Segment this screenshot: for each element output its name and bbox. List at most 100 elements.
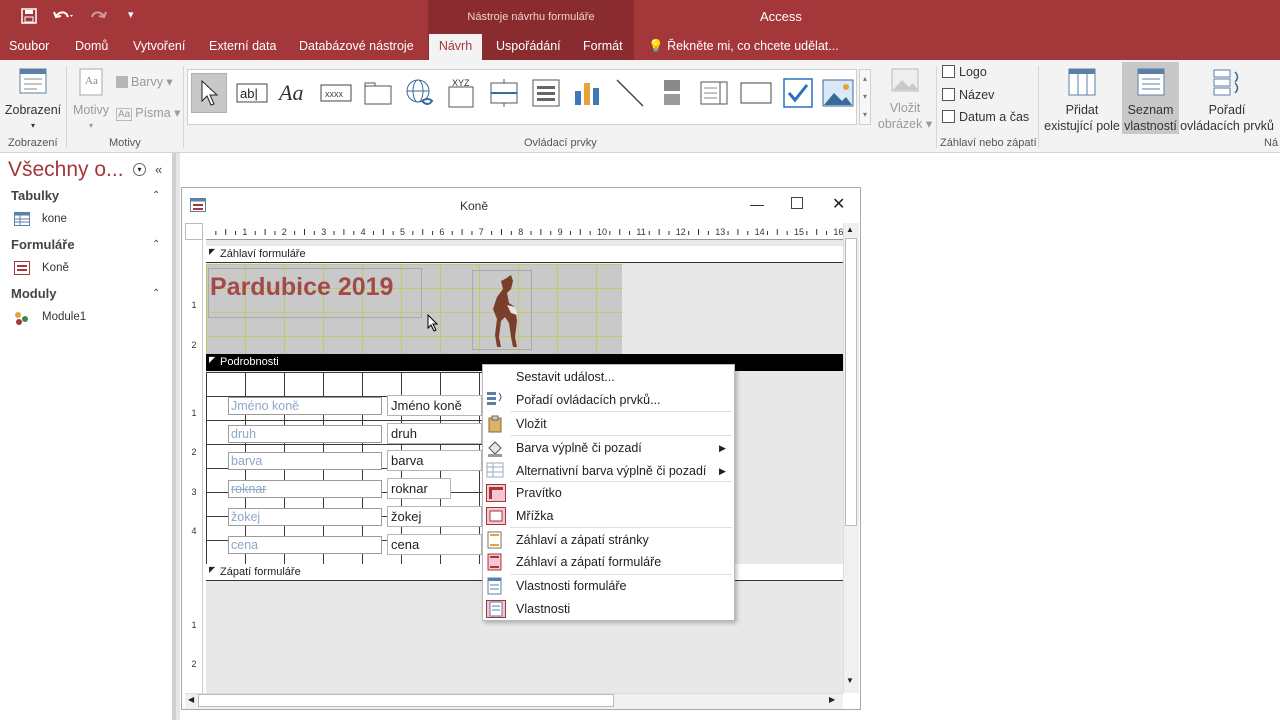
textbox-control-icon[interactable]: ab| [234,73,270,113]
add-existing-fields-button[interactable]: Přidat existující pole [1042,66,1122,134]
tab-control-icon[interactable] [360,73,396,113]
nav-section-tables[interactable]: Tabulky [11,188,59,203]
textbox-roknar[interactable]: roknar [387,478,451,499]
fonts-button[interactable]: Aa Písma ▾ [116,105,180,121]
label-control-icon[interactable]: Aa [276,73,312,113]
label-zokej[interactable]: žokej [228,508,382,526]
table-icon [14,212,30,229]
minimize-icon[interactable]: — [750,196,764,212]
navigation-control-icon[interactable] [486,73,522,113]
customize-icon[interactable]: ▾ [128,8,134,21]
colors-button[interactable]: Barvy ▾ [116,74,173,89]
form-header-title[interactable]: Pardubice 2019 [210,273,393,302]
menu-item-properties[interactable]: Vlastnosti [516,602,570,616]
menu-item-form-properties[interactable]: Vlastnosti formuláře [516,579,626,593]
nav-item-table-kone[interactable]: kone [42,213,67,225]
tell-me-search[interactable]: 💡 Řekněte mi, co chcete udělat... [648,39,839,54]
collapse-chevron-icon[interactable]: ⌃ [152,190,160,201]
menu-item-page-header-footer[interactable]: Záhlaví a zápatí stránky [516,533,649,547]
menu-item-form-header-footer[interactable]: Záhlaví a zápatí formuláře [516,555,661,569]
tab-design[interactable]: Návrh [429,34,482,61]
property-sheet-button[interactable]: Seznam vlastností [1122,62,1179,134]
section-bar-form-header[interactable]: ◤ Záhlaví formuláře [206,246,843,263]
button-control-icon[interactable]: xxxx [318,73,354,113]
tab-arrange[interactable]: Uspořádání [496,39,561,53]
nav-pane-header[interactable]: Všechny o... [8,158,124,182]
horizontal-scroll-thumb[interactable] [198,694,614,707]
tab-home[interactable]: Domů [75,39,108,53]
horse-image[interactable] [472,270,532,350]
property-sheet-line2: vlastností [1124,119,1177,133]
views-button[interactable]: Zobrazení ▾ [3,66,63,134]
menu-item-grid[interactable]: Mřížka [516,509,554,523]
textbox-zokej[interactable]: žokej [387,506,482,527]
gallery-scroll[interactable]: ▴ ▾ ▾ [859,69,871,125]
textbox-jmeno-kone[interactable]: Jméno koně [387,395,482,416]
scroll-up-icon[interactable]: ▲ [846,225,854,234]
svg-text:ab|: ab| [240,86,258,101]
collapse-chevron-icon[interactable]: ⌃ [152,239,160,250]
hyperlink-control-icon[interactable] [402,73,438,113]
tab-order-button[interactable]: Pořadí ovládacích prvků [1180,66,1274,134]
tab-database-tools[interactable]: Databázové nástroje [299,39,414,53]
label-cena[interactable]: cena [228,536,382,554]
listbox-control-icon[interactable] [696,73,732,113]
redo-icon[interactable] [88,8,110,27]
textbox-druh[interactable]: druh [387,423,482,444]
image-control-icon[interactable] [820,73,856,113]
textbox-barva[interactable]: barva [387,450,482,471]
scroll-right-icon[interactable]: ▶ [829,695,835,704]
rectangle-control-icon[interactable] [738,73,774,113]
label-barva[interactable]: barva [228,452,382,470]
fill-color-icon [486,439,506,457]
tab-external-data[interactable]: Externí data [209,39,276,53]
toggle-button-icon[interactable] [654,73,690,113]
textbox-cena[interactable]: cena [387,534,482,555]
label-druh[interactable]: druh [228,425,382,443]
horizontal-ruler[interactable]: 1 2 3 4 5 6 7 8 9 10 11 12 13 14 15 16 [206,223,843,240]
web-browser-control-icon[interactable]: XYZ [444,73,480,113]
insert-image-button[interactable]: Vložit obrázek ▾ [876,66,934,132]
controls-group-label: Ovládací prvky [524,137,597,149]
ruler-corner[interactable] [185,223,203,240]
close-icon[interactable]: ✕ [832,194,845,214]
tab-format[interactable]: Formát [583,39,623,53]
grid-icon [486,507,506,525]
vertical-scroll-thumb[interactable] [845,238,857,526]
line-control-icon[interactable] [612,73,648,113]
checkbox-control-icon[interactable] [780,73,816,113]
save-icon[interactable] [21,8,37,27]
undo-icon[interactable] [52,8,74,27]
menu-item-tab-order[interactable]: Pořadí ovládacích prvků... [516,393,661,407]
tab-file[interactable]: Soubor [9,39,49,53]
tab-row [0,34,1280,60]
menu-item-paste[interactable]: Vložit [516,417,547,431]
chart-control-icon[interactable] [570,73,606,113]
label-roknar[interactable]: roknar [228,480,382,498]
logo-button[interactable]: Logo [942,65,987,79]
nav-item-form-kone[interactable]: Koně [42,262,69,274]
nav-section-modules[interactable]: Moduly [11,286,57,301]
menu-item-alt-fill-color[interactable]: Alternativní barva výplně či pozadí [516,464,706,478]
menu-item-ruler[interactable]: Pravítko [516,486,562,500]
select-pointer-icon[interactable] [191,73,227,113]
tab-create[interactable]: Vytvoření [133,39,185,53]
label-jmeno-kone[interactable]: Jméno koně [228,397,382,415]
scroll-down-icon[interactable]: ▼ [846,676,854,685]
ruler-number: 7 [479,227,484,237]
nav-section-forms[interactable]: Formuláře [11,237,75,252]
collapse-chevron-icon[interactable]: ⌃ [152,288,160,299]
nav-collapse-icon[interactable]: « [155,162,162,177]
ruler-mark: 1 [191,620,197,630]
menu-item-build-event[interactable]: Sestavit událost... [516,370,615,384]
nav-item-module1[interactable]: Module1 [42,311,86,323]
datetime-button[interactable]: Datum a čas [942,110,1029,124]
menu-item-fill-color[interactable]: Barva výplně či pozadí [516,441,642,455]
section-selector-icon: ◤ [209,355,216,364]
option-group-icon[interactable] [528,73,564,113]
title-button[interactable]: Název [942,88,994,102]
scroll-left-icon[interactable]: ◀ [188,695,194,704]
nav-dropdown-icon[interactable]: ▾ [133,163,146,176]
maximize-icon[interactable] [791,197,803,209]
themes-button[interactable]: Aa Motivy ▾ [70,66,112,134]
